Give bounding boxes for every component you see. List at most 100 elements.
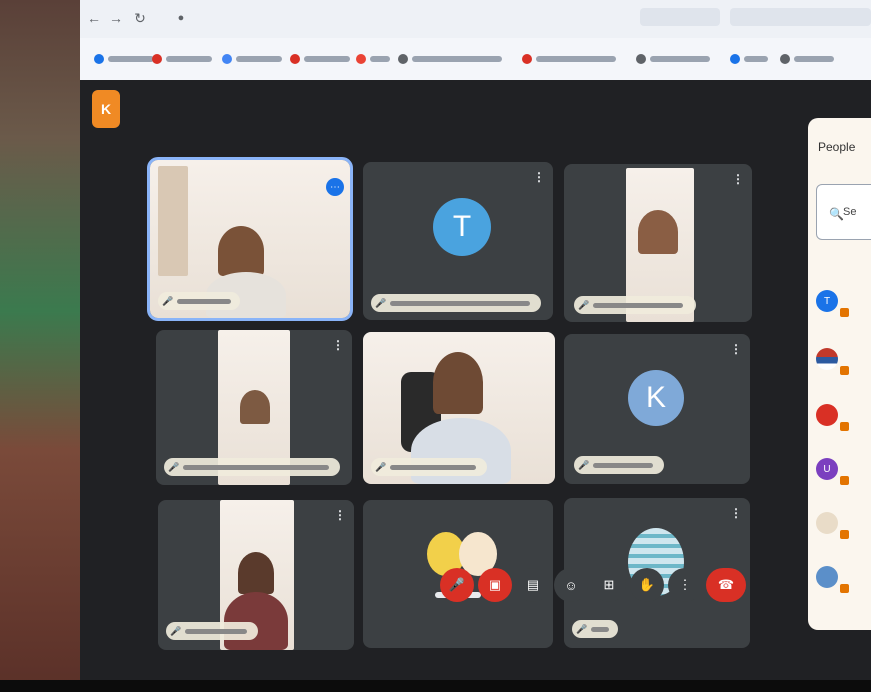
emoji-button[interactable]: ☺ — [554, 568, 588, 602]
participant-name-chip: 🎤 — [574, 296, 696, 314]
bookmark-icon — [152, 54, 162, 64]
app-logo: K — [92, 90, 120, 128]
search-icon: 🔍 — [829, 207, 844, 221]
avatar — [816, 348, 838, 370]
bookmark-item[interactable] — [522, 51, 616, 67]
more-options-icon[interactable]: ⋮ — [732, 172, 744, 186]
bookmark-item[interactable] — [290, 51, 350, 67]
door-frame — [158, 166, 188, 276]
participant-list-item[interactable]: U — [816, 458, 866, 498]
present-icon: ⊞ — [603, 577, 615, 592]
captions-button[interactable]: ▤ — [516, 568, 550, 602]
captions-icon: ▤ — [526, 577, 540, 592]
participant-list-item[interactable] — [816, 566, 866, 606]
host-badge-icon — [840, 366, 849, 375]
host-badge-icon — [840, 422, 849, 431]
hand-icon: ✋ — [638, 577, 656, 592]
browser-tab[interactable] — [640, 8, 720, 26]
bookmark-label — [108, 56, 154, 62]
participant-name-chip: 🎤 — [371, 458, 487, 476]
leave-call-button[interactable]: ☎ — [706, 568, 746, 602]
call-controls: 🎤 ▣ ▤ ☺ ⊞ ✋ ⋮ ☎ — [440, 568, 746, 608]
bookmark-icon — [398, 54, 408, 64]
avatar — [816, 512, 838, 534]
avatar — [816, 404, 838, 426]
bookmark-icon — [222, 54, 232, 64]
video-tile[interactable]: ⋮ 🎤 — [564, 164, 752, 322]
participant-list-item[interactable] — [816, 512, 866, 552]
video-tile[interactable]: K ⋮ 🎤 — [564, 334, 750, 484]
bookmark-label — [744, 56, 768, 62]
mic-button[interactable]: 🎤 — [440, 568, 474, 602]
host-badge-icon — [840, 584, 849, 593]
camera-button[interactable]: ▣ — [478, 568, 512, 602]
video-tile[interactable]: ⋯ 🎤 — [147, 157, 353, 321]
monitor-screen: ← → ↻ ● K ⋯ 🎤 T ⋮ 🎤 ⋮ 🎤 ⋮ 🎤 🎤 K ⋮ 🎤 ⋮ 🎤 … — [80, 0, 871, 692]
people-panel-title: People — [818, 140, 856, 154]
bookmark-icon — [636, 54, 646, 64]
bookmark-icon — [730, 54, 740, 64]
participant-figure — [240, 390, 270, 424]
present-button[interactable]: ⊞ — [592, 568, 626, 602]
bookmark-item[interactable] — [636, 51, 710, 67]
bookmark-label — [166, 56, 212, 62]
browser-tab[interactable] — [730, 8, 871, 26]
avatar: T — [816, 290, 838, 312]
avatar — [816, 566, 838, 588]
participant-list-item[interactable]: T — [816, 290, 866, 330]
participant-name — [185, 628, 248, 634]
bookmark-item[interactable] — [730, 51, 768, 67]
search-placeholder: Se — [843, 206, 857, 218]
camera-off-icon: ▣ — [488, 577, 502, 592]
participant-list-item[interactable] — [816, 404, 866, 444]
bookmark-label — [794, 56, 834, 62]
people-panel: People 🔍 Se T U — [808, 118, 871, 630]
raise-hand-button[interactable]: ✋ — [630, 568, 664, 602]
bookmark-icon — [290, 54, 300, 64]
participant-list-item[interactable] — [816, 348, 866, 388]
participant-name — [390, 464, 477, 470]
bookmark-item[interactable] — [356, 51, 390, 67]
video-tile[interactable]: ⋮ 🎤 — [158, 500, 354, 650]
background-environment — [0, 0, 80, 692]
video-tile[interactable]: 🎤 — [363, 332, 555, 484]
bookmark-item[interactable] — [152, 51, 212, 67]
video-tile[interactable]: ⋮ 🎤 — [156, 330, 352, 485]
bookmark-label — [304, 56, 350, 62]
participant-avatar: T — [433, 198, 491, 256]
people-search-input[interactable]: 🔍 Se — [816, 184, 871, 240]
more-options-icon[interactable]: ⋮ — [332, 338, 344, 352]
participant-name-chip: 🎤 — [164, 458, 340, 476]
forward-icon[interactable]: → — [108, 10, 124, 26]
video-tile[interactable]: T ⋮ 🎤 — [363, 162, 553, 320]
more-options-icon[interactable]: ⋮ — [533, 170, 545, 184]
bookmark-item[interactable] — [398, 51, 502, 67]
browser-toolbar: ← → ↻ ● — [80, 0, 871, 38]
bookmark-icon — [94, 54, 104, 64]
address-bar[interactable] — [192, 10, 552, 26]
host-badge-icon — [840, 476, 849, 485]
participant-figure — [224, 592, 288, 650]
bookmark-icon — [356, 54, 366, 64]
monitor-bottom-bezel — [0, 680, 871, 692]
more-vertical-icon: ⋮ — [678, 577, 692, 592]
bookmark-item[interactable] — [222, 51, 282, 67]
phone-hangup-icon: ☎ — [717, 577, 735, 592]
bookmark-label — [536, 56, 616, 62]
more-options-icon[interactable]: ⋮ — [730, 506, 742, 520]
bookmark-item[interactable] — [780, 51, 834, 67]
more-options-button[interactable]: ⋮ — [668, 568, 702, 602]
participant-figure — [238, 552, 274, 594]
more-options-icon[interactable]: ⋮ — [334, 508, 346, 522]
participant-name-chip: 🎤 — [371, 294, 541, 312]
more-options-icon[interactable]: ⋮ — [730, 342, 742, 356]
meeting-stage: K ⋯ 🎤 T ⋮ 🎤 ⋮ 🎤 ⋮ 🎤 🎤 K ⋮ 🎤 ⋮ 🎤 ⋮ 🎤 🎤 ▣ … — [80, 80, 871, 692]
participant-name — [177, 298, 232, 304]
reload-icon[interactable]: ↻ — [132, 10, 148, 26]
back-icon[interactable]: ← — [86, 10, 102, 26]
site-info-icon[interactable]: ● — [174, 11, 188, 25]
host-badge-icon — [840, 308, 849, 317]
participant-name — [183, 464, 330, 470]
mic-off-icon: 🎤 — [170, 625, 182, 636]
bookmark-item[interactable] — [94, 51, 154, 67]
